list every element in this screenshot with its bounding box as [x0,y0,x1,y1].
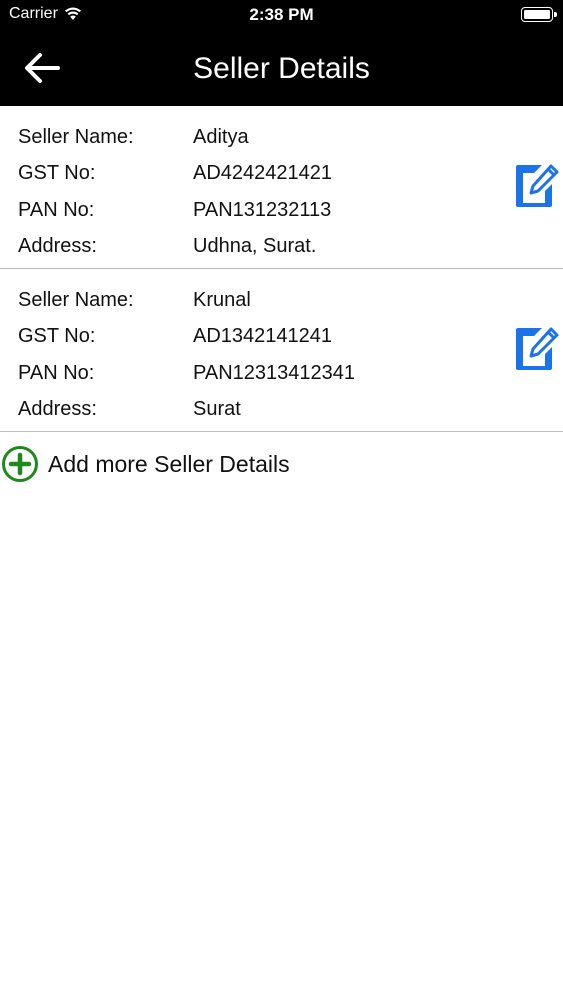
edit-icon [516,164,559,207]
pan-row: PAN No: PAN12313412341 [0,355,563,392]
pan-row: PAN No: PAN131232113 [0,192,563,229]
pan-value: PAN131232113 [193,198,332,221]
status-bar: Carrier 2:38 PM [0,0,563,30]
gst-value: AD1342141241 [193,325,333,348]
address-label: Address: [18,398,97,421]
nav-bar: Seller Details [0,30,563,106]
add-more-label: Add more Seller Details [48,450,290,477]
gst-label: GST No: [18,162,96,185]
page-title: Seller Details [193,52,370,85]
status-time: 2:38 PM [249,5,314,24]
seller-card: Seller Name: Aditya GST No: AD4242421421… [0,106,563,269]
add-more-seller-button[interactable]: Add more Seller Details [0,444,290,484]
address-label: Address: [18,235,97,258]
pan-value: PAN12313412341 [193,361,355,384]
gst-label: GST No: [18,325,96,348]
pan-label: PAN No: [18,198,95,221]
seller-name-value: Krunal [193,288,251,311]
seller-list: Seller Name: Aditya GST No: AD4242421421… [0,106,563,432]
address-row: Address: Surat [0,392,563,429]
gst-value: AD4242421421 [193,162,333,185]
edit-seller-button[interactable] [512,324,560,374]
seller-name-label: Seller Name: [18,288,134,311]
pan-label: PAN No: [18,361,95,384]
edit-icon [516,327,559,370]
seller-card: Seller Name: Krunal GST No: AD1342141241… [0,269,563,432]
seller-name-row: Seller Name: Aditya [0,119,563,156]
seller-name-value: Aditya [193,125,249,148]
gst-row: GST No: AD4242421421 [0,156,563,193]
address-value: Udhna, Surat. [193,235,317,258]
address-value: Surat [193,398,241,421]
battery-icon [521,7,557,22]
seller-name-label: Seller Name: [18,125,134,148]
edit-seller-button[interactable] [512,161,560,211]
gst-row: GST No: AD1342141241 [0,319,563,356]
seller-name-row: Seller Name: Krunal [0,282,563,319]
plus-circle-icon [2,446,38,482]
address-row: Address: Udhna, Surat. [0,229,563,266]
